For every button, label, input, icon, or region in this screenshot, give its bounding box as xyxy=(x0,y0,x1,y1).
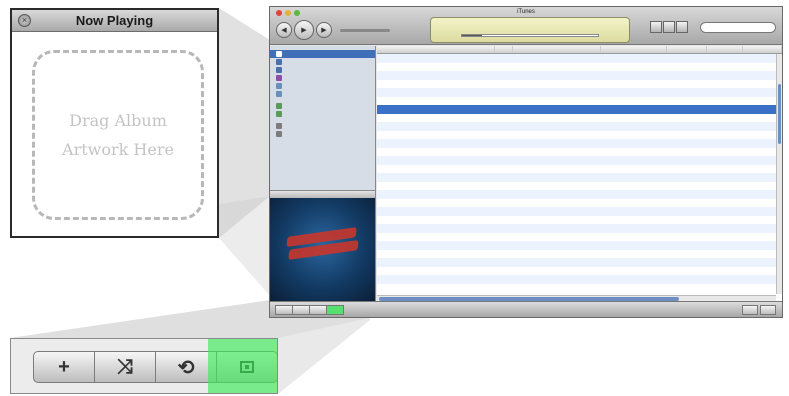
list-view-button[interactable] xyxy=(650,21,662,33)
now-playing-title: Now Playing xyxy=(75,13,154,28)
track-rows xyxy=(377,54,782,292)
table-row[interactable] xyxy=(377,156,782,165)
show-artwork-button-small[interactable] xyxy=(326,305,344,315)
table-row[interactable] xyxy=(377,267,782,276)
now-playing-callout: × Now Playing Drag Album Artwork Here xyxy=(10,8,219,238)
column-genre[interactable] xyxy=(667,46,707,53)
table-row[interactable] xyxy=(377,258,782,267)
vertical-scrollbar[interactable] xyxy=(776,54,782,294)
next-button[interactable]: ▶ xyxy=(316,22,332,38)
table-row[interactable] xyxy=(377,122,782,131)
plus-icon: + xyxy=(58,355,70,378)
table-row[interactable] xyxy=(377,207,782,216)
button-bar-callout: + ⤨ ⟲ xyxy=(10,338,278,394)
table-row[interactable] xyxy=(377,54,782,63)
window-title: iTunes xyxy=(517,9,535,15)
album-artwork[interactable] xyxy=(270,198,376,302)
drop-label-line2: Artwork Here xyxy=(62,140,174,159)
table-row[interactable] xyxy=(377,233,782,242)
table-row[interactable] xyxy=(377,199,782,208)
close-icon[interactable]: × xyxy=(18,14,31,27)
column-name[interactable] xyxy=(377,46,495,53)
sidebar-item-tv-shows[interactable] xyxy=(270,66,375,74)
table-row[interactable] xyxy=(377,97,782,106)
table-row[interactable] xyxy=(377,131,782,140)
coverflow-view-button[interactable] xyxy=(676,21,688,33)
sidebar-item-radio[interactable] xyxy=(270,90,375,98)
status-display xyxy=(430,17,630,43)
bottom-right-buttons xyxy=(742,305,776,315)
highlight-overlay xyxy=(208,339,277,393)
artwork-pane-header xyxy=(270,190,375,198)
table-row[interactable] xyxy=(377,173,782,182)
sidebar-item-store[interactable] xyxy=(270,102,375,110)
drop-label-line1: Drag Album xyxy=(69,111,167,130)
shuffle-button[interactable]: ⤨ xyxy=(94,351,156,383)
table-row[interactable] xyxy=(377,71,782,80)
column-artist[interactable] xyxy=(513,46,601,53)
table-row[interactable] xyxy=(377,224,782,233)
table-row[interactable] xyxy=(377,88,782,97)
repeat-icon: ⟲ xyxy=(177,356,195,379)
sidebar-item-purchased[interactable] xyxy=(270,110,375,118)
column-time[interactable] xyxy=(495,46,513,53)
shuffle-icon: ⤨ xyxy=(117,355,133,378)
sidebar-item-music[interactable] xyxy=(270,50,375,58)
transport-controls: ◀ ▶ ▶ xyxy=(276,20,332,40)
table-row[interactable] xyxy=(377,216,782,225)
column-play-count[interactable] xyxy=(743,46,782,53)
sidebar-item-playlist-2[interactable] xyxy=(270,130,375,138)
track-list-header xyxy=(377,46,782,54)
progress-bar[interactable] xyxy=(461,34,599,37)
view-buttons xyxy=(650,21,688,33)
table-row[interactable] xyxy=(377,250,782,259)
previous-button[interactable]: ◀ xyxy=(276,22,292,38)
add-playlist-button-small[interactable] xyxy=(275,305,293,315)
artwork-drop-zone[interactable]: Drag Album Artwork Here xyxy=(32,50,204,220)
title-bar: iTunes ◀ ▶ ▶ xyxy=(270,7,782,45)
search-input[interactable] xyxy=(700,22,776,33)
eject-button[interactable] xyxy=(760,305,776,315)
table-row[interactable] xyxy=(377,105,782,114)
bottom-button-bar xyxy=(275,305,344,315)
album-view-button[interactable] xyxy=(663,21,675,33)
table-row[interactable] xyxy=(377,80,782,89)
track-list xyxy=(377,46,782,302)
repeat-button-small[interactable] xyxy=(309,305,327,315)
add-playlist-button[interactable]: + xyxy=(33,351,95,383)
table-row[interactable] xyxy=(377,190,782,199)
play-button[interactable]: ▶ xyxy=(294,20,314,40)
now-playing-header: × Now Playing xyxy=(12,10,217,32)
sidebar-item-playlist-1[interactable] xyxy=(270,122,375,130)
table-row[interactable] xyxy=(377,182,782,191)
table-row[interactable] xyxy=(377,139,782,148)
column-rating[interactable] xyxy=(707,46,743,53)
table-row[interactable] xyxy=(377,241,782,250)
table-row[interactable] xyxy=(377,114,782,123)
status-bar xyxy=(270,301,782,317)
table-row[interactable] xyxy=(377,165,782,174)
sidebar-item-podcasts[interactable] xyxy=(270,74,375,82)
shuffle-button-small[interactable] xyxy=(292,305,310,315)
sidebar-item-movies[interactable] xyxy=(270,58,375,66)
column-album[interactable] xyxy=(601,46,667,53)
table-row[interactable] xyxy=(377,63,782,72)
table-row[interactable] xyxy=(377,148,782,157)
source-list xyxy=(270,46,376,198)
volume-slider[interactable] xyxy=(340,29,390,32)
sidebar-item-ringtones[interactable] xyxy=(270,82,375,90)
table-row[interactable] xyxy=(377,284,782,293)
visualizer-button[interactable] xyxy=(742,305,758,315)
itunes-window: iTunes ◀ ▶ ▶ xyxy=(269,6,783,318)
table-row[interactable] xyxy=(377,275,782,284)
